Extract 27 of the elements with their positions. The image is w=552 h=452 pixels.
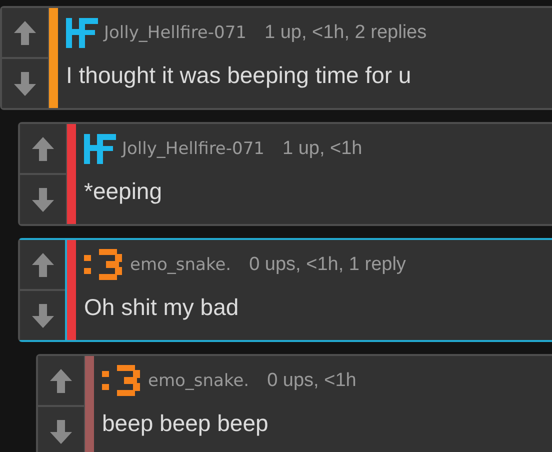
downvote-button[interactable] [20,289,66,340]
down-arrow-icon [31,186,55,212]
downvote-button[interactable] [2,57,48,108]
username[interactable]: Jolly_Hellfire-071 [104,23,246,43]
username[interactable]: emo_snake. [148,371,250,391]
comment-meta: 0 ups, <1h, 1 reply [249,254,406,276]
up-arrow-icon [31,252,55,278]
down-arrow-icon [13,70,37,96]
username[interactable]: emo_snake. [130,255,232,275]
downvote-button[interactable] [20,173,66,224]
comment-meta: 0 ups, <1h [267,370,356,392]
comment-text: *eeping [84,178,164,205]
comment-meta: 1 up, <1h, 2 replies [264,22,427,44]
comment-meta: 1 up, <1h [282,138,362,160]
avatar-icon [66,18,98,48]
avatar-icon [102,365,142,397]
avatar-icon [84,134,116,164]
comment-text: I thought it was beeping time for u [66,62,412,89]
down-arrow-icon [31,302,55,328]
username[interactable]: Jolly_Hellfire-071 [122,139,264,159]
up-arrow-icon [49,368,73,394]
comment-text: beep beep beep [102,410,270,437]
up-arrow-icon [31,136,55,162]
avatar-icon [84,249,124,281]
down-arrow-icon [49,418,73,444]
comment-text: Oh shit my bad [84,294,240,321]
up-arrow-icon [13,20,37,46]
